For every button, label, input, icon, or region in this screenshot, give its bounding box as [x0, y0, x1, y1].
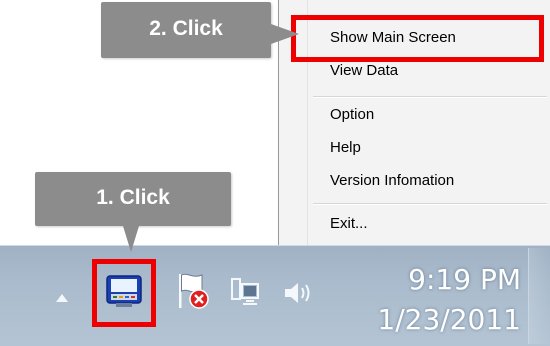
callout-step-2: 2. Click — [101, 2, 299, 58]
callout-step-2-label: 2. Click — [149, 17, 223, 40]
network-icon[interactable] — [228, 276, 262, 310]
volume-icon[interactable] — [282, 279, 316, 307]
callout-pointer — [123, 226, 139, 252]
highlight-show-main-screen — [291, 15, 544, 62]
system-clock[interactable]: 9:19 PM 1/23/2011 — [346, 260, 521, 340]
menu-item-help[interactable]: Help — [279, 132, 550, 164]
highlight-app-tray-icon — [92, 259, 156, 327]
callout-pointer — [271, 24, 299, 44]
menu-item-version-information[interactable]: Version Infomation — [279, 165, 550, 197]
menu-item-option[interactable]: Option — [279, 99, 550, 131]
menu-separator — [313, 203, 547, 205]
taskbar: 9:19 PM 1/23/2011 — [0, 245, 550, 346]
callout-step-1-label: 1. Click — [96, 186, 170, 209]
menu-item-exit[interactable]: Exit... — [279, 208, 550, 240]
tray-overflow-arrow-icon[interactable] — [56, 294, 68, 302]
clock-date: 1/23/2011 — [377, 303, 521, 336]
clock-time: 9:19 PM — [408, 263, 521, 296]
action-center-flag-icon[interactable] — [176, 271, 210, 311]
callout-step-1: 1. Click — [35, 172, 231, 252]
menu-separator — [313, 96, 547, 98]
show-desktop-button[interactable] — [528, 248, 550, 344]
